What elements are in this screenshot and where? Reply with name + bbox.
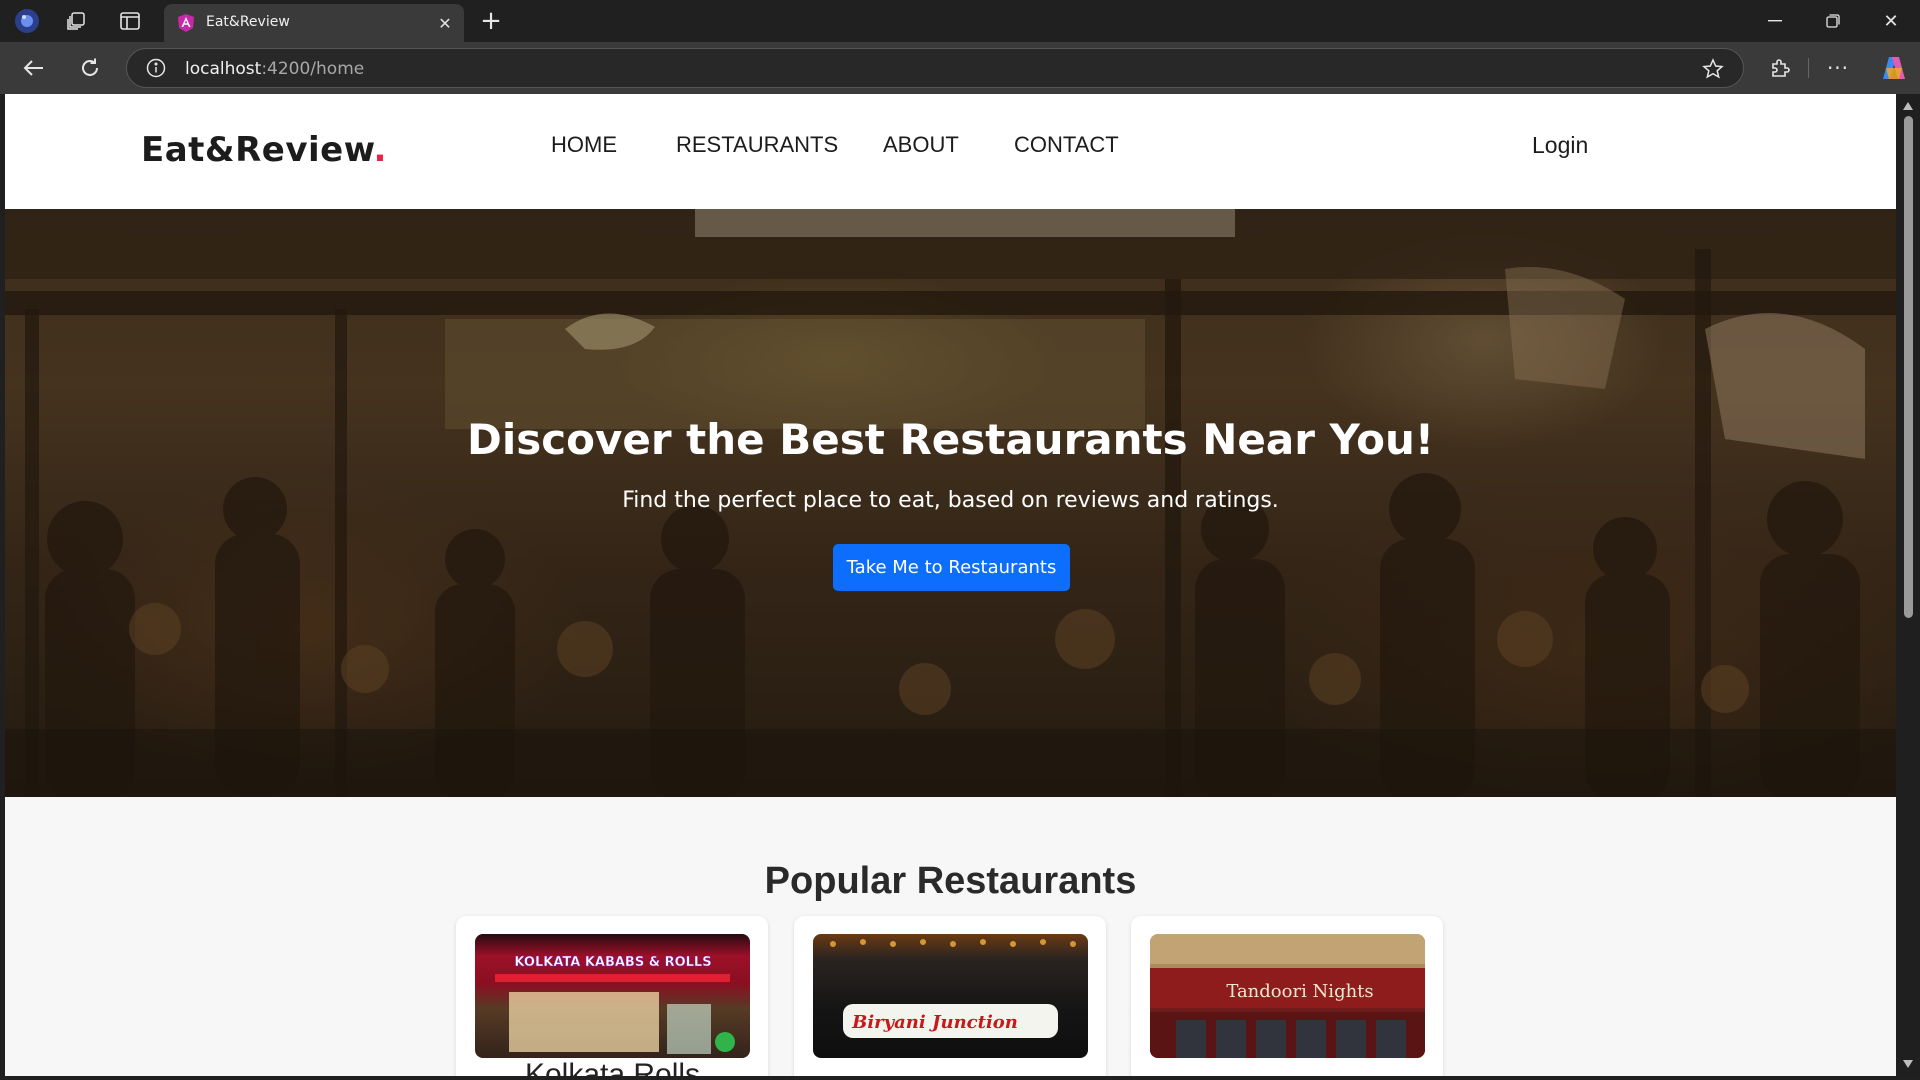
card-sign-text: KOLKATA KABABS & ROLLS (514, 955, 711, 970)
hero-banner: Discover the Best Restaurants Near You! … (5, 209, 1896, 797)
extensions-icon[interactable] (1766, 54, 1794, 82)
new-tab-icon[interactable]: + (478, 6, 504, 36)
workspaces-icon[interactable] (62, 8, 90, 34)
site-logo[interactable]: Eat&Review. (141, 130, 387, 170)
scroll-up-arrow-icon[interactable] (1903, 102, 1913, 110)
restaurant-image: KOLKATA KABABS & ROLLS (475, 934, 750, 1058)
minimize-icon[interactable] (1760, 8, 1790, 34)
address-bar[interactable]: localhost:4200/home (126, 48, 1744, 88)
page-scrollbar[interactable] (1897, 94, 1920, 1076)
close-tab-icon[interactable]: ✕ (434, 12, 456, 34)
browser-toolbar: localhost:4200/home ··· (0, 42, 1920, 94)
nav-about[interactable]: ABOUT (883, 132, 959, 158)
scroll-down-arrow-icon[interactable] (1903, 1060, 1913, 1068)
copilot-icon[interactable] (1878, 52, 1910, 84)
nav-home[interactable]: HOME (551, 132, 617, 158)
back-icon[interactable] (20, 54, 48, 82)
toolbar-divider (1808, 58, 1809, 78)
favorite-star-icon[interactable] (1701, 57, 1725, 81)
card-sign-text: Biryani Junction (851, 1012, 1018, 1033)
restaurant-card[interactable]: Biryani Junction (794, 916, 1106, 1076)
restaurant-image: Biryani Junction (813, 934, 1088, 1058)
profile-icon[interactable] (12, 6, 42, 36)
browser-tab-bar: Eat&Review ✕ + ✕ (0, 0, 1920, 42)
hero-subtitle: Find the perfect place to eat, based on … (622, 488, 1279, 513)
login-link[interactable]: Login (1532, 132, 1588, 159)
restaurant-image: Tandoori Nights (1150, 934, 1425, 1058)
tab-title: Eat&Review (206, 14, 290, 30)
close-window-icon[interactable]: ✕ (1876, 8, 1906, 34)
take-me-to-restaurants-button[interactable]: Take Me to Restaurants (833, 544, 1070, 591)
restore-icon[interactable] (1818, 8, 1848, 34)
vertical-tabs-icon[interactable] (116, 8, 144, 34)
site-info-icon[interactable] (145, 57, 167, 79)
popular-restaurants-heading: Popular Restaurants (764, 860, 1137, 902)
restaurant-name: Kolkata Rolls (524, 1058, 701, 1076)
active-tab[interactable]: Eat&Review ✕ (164, 4, 464, 42)
nav-restaurants[interactable]: RESTAURANTS (676, 132, 838, 158)
angular-favicon-icon (176, 13, 196, 33)
restaurant-card[interactable]: KOLKATA KABABS & ROLLS Kolkata Rolls (456, 916, 768, 1076)
restaurant-card[interactable]: Tandoori Nights (1131, 916, 1443, 1076)
more-menu-icon[interactable]: ··· (1824, 54, 1852, 82)
refresh-icon[interactable] (76, 54, 104, 82)
url-text: localhost:4200/home (185, 59, 365, 79)
site-navbar: Eat&Review. HOME RESTAURANTS ABOUT CONTA… (5, 94, 1896, 209)
page-viewport: Eat&Review. HOME RESTAURANTS ABOUT CONTA… (5, 94, 1896, 1076)
card-sign-text: Tandoori Nights (1226, 981, 1373, 1002)
hero-title: Discover the Best Restaurants Near You! (466, 415, 1435, 464)
nav-contact[interactable]: CONTACT (1014, 132, 1119, 158)
scroll-thumb[interactable] (1904, 116, 1913, 618)
